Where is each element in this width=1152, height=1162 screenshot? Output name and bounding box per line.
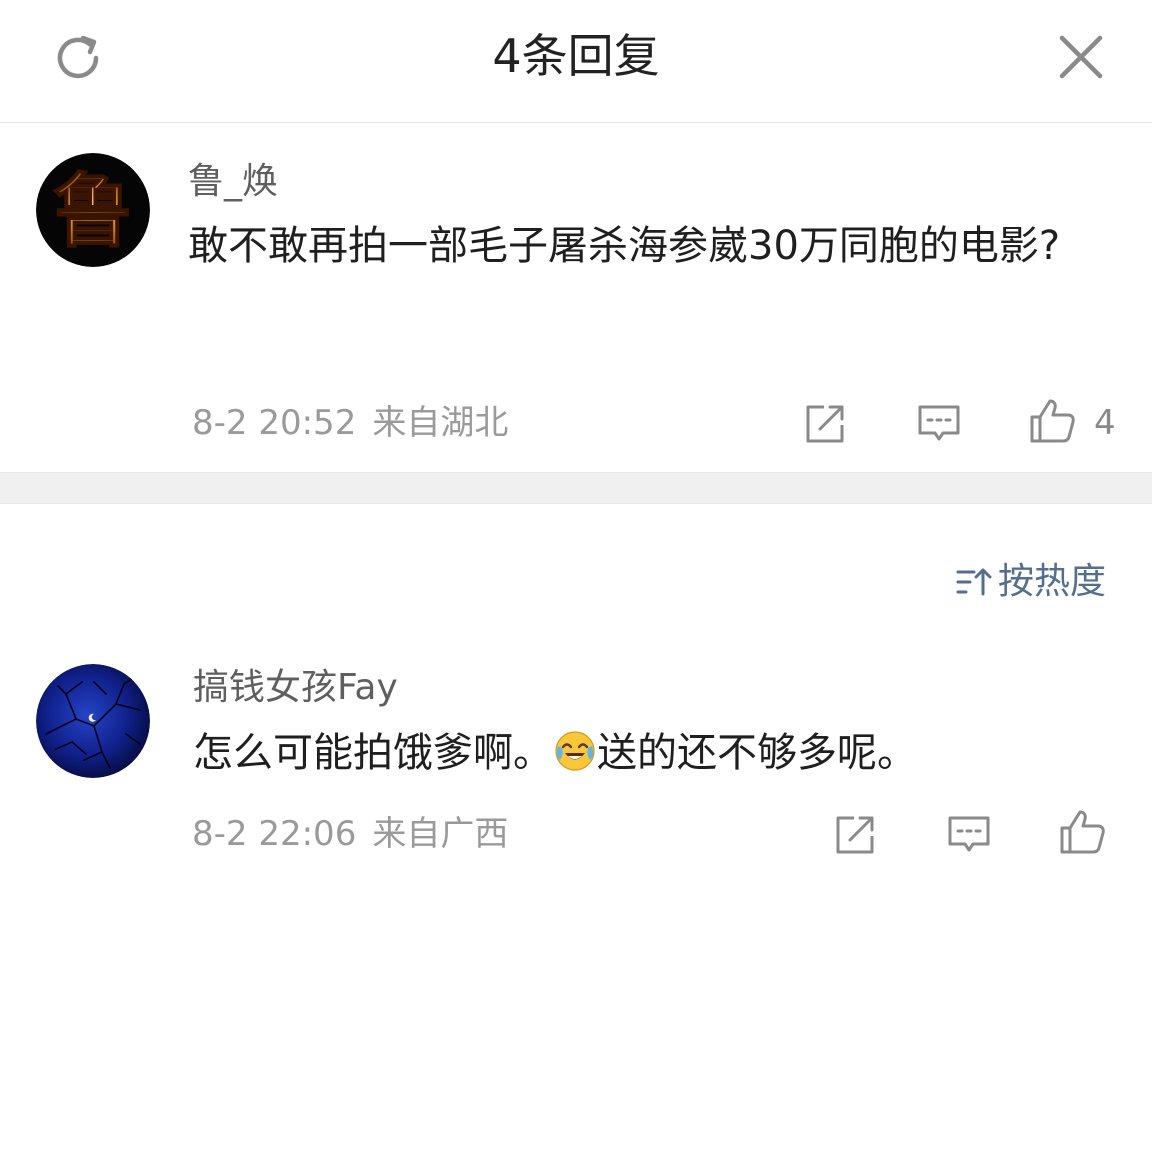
comment-meta: 8-2 20:52 来自湖北: [192, 401, 508, 445]
like-icon[interactable]: [1028, 397, 1076, 445]
reply-meta: 8-2 22:06 来自广西: [192, 812, 508, 856]
sort-button[interactable]: 按热度: [956, 558, 1106, 606]
share-icon[interactable]: [832, 810, 880, 858]
username[interactable]: 鲁_焕: [188, 158, 278, 206]
close-icon[interactable]: [1054, 30, 1108, 84]
comment-icon[interactable]: [915, 399, 963, 447]
avatar[interactable]: 鲁: [36, 153, 150, 267]
comment-date: 8-2 20:52: [192, 403, 357, 443]
sort-label: 按热度: [997, 561, 1106, 602]
share-icon[interactable]: [802, 399, 850, 447]
section-divider: [0, 472, 1152, 504]
username[interactable]: 搞钱女孩Fay: [193, 664, 398, 712]
reply-date: 8-2 22:06: [192, 814, 357, 854]
reply-item: 搞钱女孩Fay 怎么可能拍饿爹啊。 送的还不够多呢。 8-2 22:06 来自广西: [0, 640, 1152, 880]
comment-text: 敢不敢再拍一部毛子屠杀海参崴30万同胞的电影?: [188, 223, 1061, 269]
reply-text-part1: 怎么可能拍饿爹啊。: [193, 730, 553, 776]
laughing-crying-emoji: [554, 730, 596, 772]
header: 4条回复: [0, 0, 1152, 123]
root-comment: 鲁 鲁_焕 敢不敢再拍一部毛子屠杀海参崴30万同胞的电影? 8-2 20:52 来…: [0, 123, 1152, 472]
sort-icon: [956, 564, 992, 600]
like-icon[interactable]: [1058, 808, 1106, 856]
svg-text:鲁: 鲁: [53, 164, 133, 258]
page-title: 4条回复: [492, 29, 660, 83]
avatar[interactable]: [36, 664, 150, 778]
comment-icon[interactable]: [945, 810, 993, 858]
comment-location: 来自湖北: [372, 403, 509, 443]
reply-text: 怎么可能拍饿爹啊。 送的还不够多呢。: [193, 726, 1113, 780]
reply-location: 来自广西: [372, 814, 509, 854]
like-count: 4: [1094, 403, 1116, 443]
reply-text-part2: 送的还不够多呢。: [597, 730, 917, 776]
